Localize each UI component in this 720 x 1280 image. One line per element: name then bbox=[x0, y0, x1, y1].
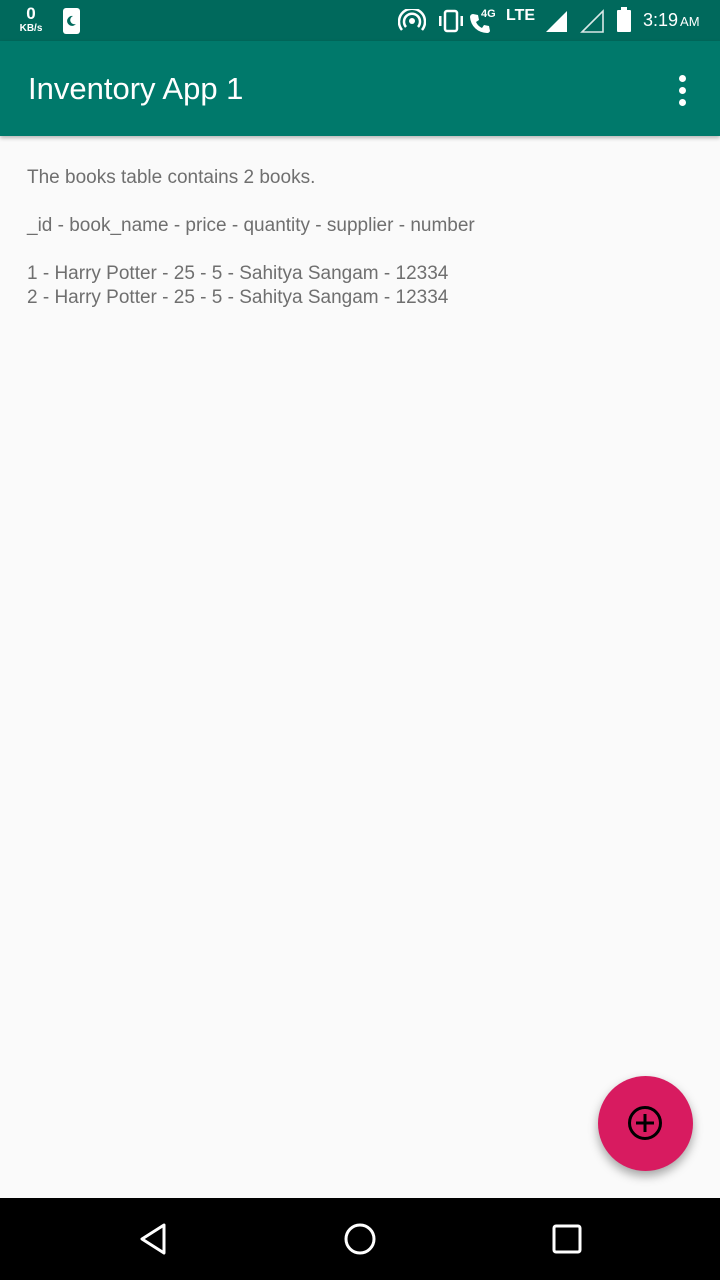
table-row: 1 - Harry Potter - 25 - 5 - Sahitya Sang… bbox=[27, 263, 449, 284]
speed-value: 0 bbox=[26, 4, 36, 23]
battery-icon bbox=[616, 7, 632, 38]
books-display: The books table contains 2 books. _id - … bbox=[27, 166, 687, 310]
status-bar: 0 KB/s 4G LTE 3:19 AM bbox=[0, 0, 720, 41]
speed-unit: KB/s bbox=[19, 23, 43, 34]
add-circle-icon bbox=[628, 1106, 662, 1140]
clock: 3:19 AM bbox=[643, 10, 700, 31]
add-book-button[interactable] bbox=[598, 1076, 693, 1171]
vibrate-icon bbox=[436, 9, 466, 38]
network-speed: 0 KB/s bbox=[14, 5, 48, 34]
more-vert-icon[interactable] bbox=[664, 71, 702, 109]
hotspot-icon bbox=[397, 7, 427, 38]
signal-empty-icon bbox=[580, 9, 604, 38]
network-lte-label: LTE bbox=[506, 7, 536, 24]
table-row: 2 - Harry Potter - 25 - 5 - Sahitya Sang… bbox=[27, 287, 449, 308]
navigation-bar bbox=[0, 1198, 720, 1280]
app-bar: Inventory App 1 bbox=[0, 41, 720, 136]
books-summary: The books table contains 2 books. bbox=[27, 167, 316, 188]
clock-time: 3:19 bbox=[643, 10, 679, 30]
table-header: _id - book_name - price - quantity - sup… bbox=[27, 215, 475, 236]
app-title: Inventory App 1 bbox=[28, 71, 244, 106]
clock-ampm: AM bbox=[680, 14, 700, 29]
moon-notification-icon bbox=[63, 8, 80, 34]
signal-icon bbox=[544, 9, 568, 38]
home-icon[interactable] bbox=[343, 1222, 377, 1256]
recents-icon[interactable] bbox=[551, 1222, 583, 1256]
network-4g-label: 4G bbox=[481, 8, 496, 20]
back-icon[interactable] bbox=[138, 1222, 170, 1256]
